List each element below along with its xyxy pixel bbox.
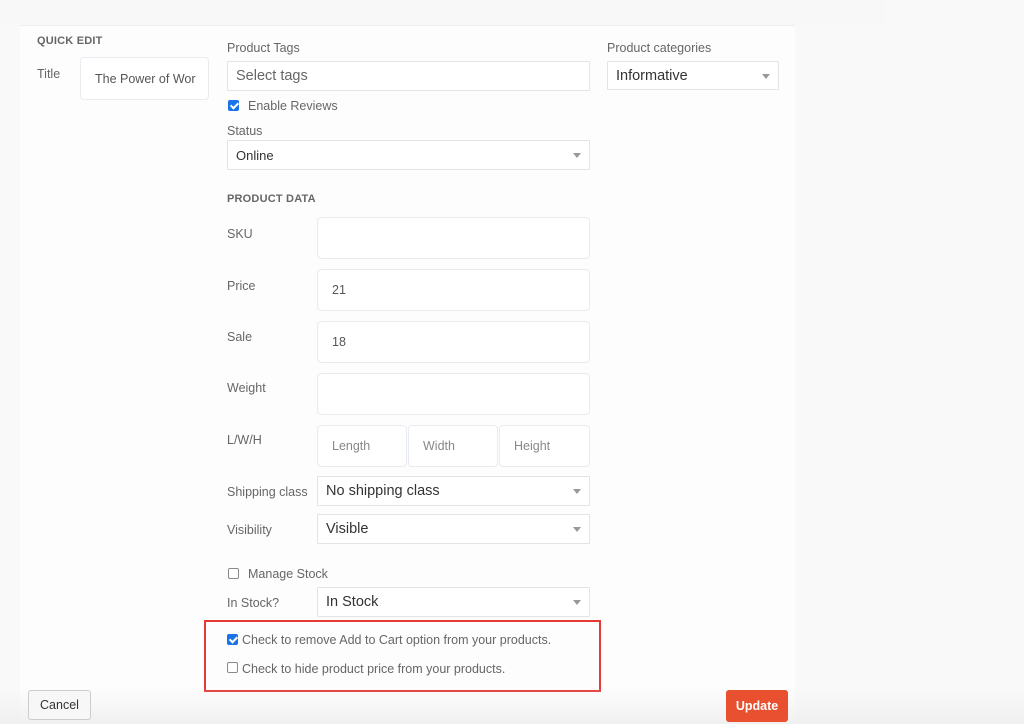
remove-add-to-cart-checkbox[interactable] [227,634,238,645]
update-button[interactable]: Update [726,690,788,722]
stock-status-select[interactable]: In Stock [317,587,590,617]
chevron-down-icon [762,73,770,79]
highlight-annotation-box [204,620,601,692]
product-categories-label: Product categories [607,41,712,55]
title-label: Title [37,67,61,81]
status-value: Online [236,147,274,163]
price-input[interactable]: 21 [317,269,590,311]
chevron-down-icon [573,153,581,158]
product-tags-placeholder: Select tags [236,68,308,84]
hide-price-label: Check to hide product price from your pr… [242,662,506,676]
visibility-value: Visible [326,521,369,537]
product-tags-label: Product Tags [227,41,300,55]
sale-value: 18 [332,335,346,349]
weight-label: Weight [227,381,266,395]
product-data-heading: PRODUCT DATA [227,193,316,205]
shipping-class-select[interactable]: No shipping class [317,476,590,506]
top-background [0,0,885,25]
manage-stock-checkbox[interactable] [228,568,239,579]
title-input-value: The Power of Wor [95,71,196,86]
height-placeholder: Height [514,439,551,453]
remove-add-to-cart-label: Check to remove Add to Cart option from … [242,633,552,647]
footer-fade [0,688,1024,724]
sale-label: Sale [227,330,253,344]
weight-input[interactable] [317,373,590,415]
enable-reviews-checkbox[interactable] [228,100,239,111]
chevron-down-icon [573,527,581,532]
hide-price-checkbox[interactable] [227,662,238,673]
length-input[interactable]: Length [317,425,407,467]
status-label: Status [227,124,263,138]
enable-reviews-label: Enable Reviews [248,99,338,113]
sku-input[interactable] [317,217,590,259]
chevron-down-icon [573,489,581,494]
visibility-select[interactable]: Visible [317,514,590,544]
width-placeholder: Width [423,439,455,453]
visibility-label: Visibility [227,523,272,537]
chevron-down-icon [573,600,581,605]
quick-edit-heading: QUICK EDIT [37,35,103,47]
sale-price-input[interactable]: 18 [317,321,590,363]
status-select[interactable]: Online [227,140,590,170]
in-stock-label: In Stock? [227,596,280,610]
product-categories-value: Informative [616,67,688,84]
dimensions-label: L/W/H [227,433,262,447]
product-tags-input[interactable]: Select tags [227,61,590,91]
width-input[interactable]: Width [408,425,498,467]
height-input[interactable]: Height [499,425,590,467]
cancel-button[interactable]: Cancel [28,690,91,720]
title-input[interactable]: The Power of Wor [80,57,209,100]
price-value: 21 [332,283,346,297]
shipping-class-value: No shipping class [326,483,440,499]
shipping-class-label: Shipping class [227,485,308,499]
product-categories-select[interactable]: Informative [607,61,779,90]
length-placeholder: Length [332,439,371,453]
sku-label: SKU [227,227,253,241]
price-label: Price [227,279,256,293]
manage-stock-label: Manage Stock [248,567,328,581]
in-stock-value: In Stock [326,594,379,610]
